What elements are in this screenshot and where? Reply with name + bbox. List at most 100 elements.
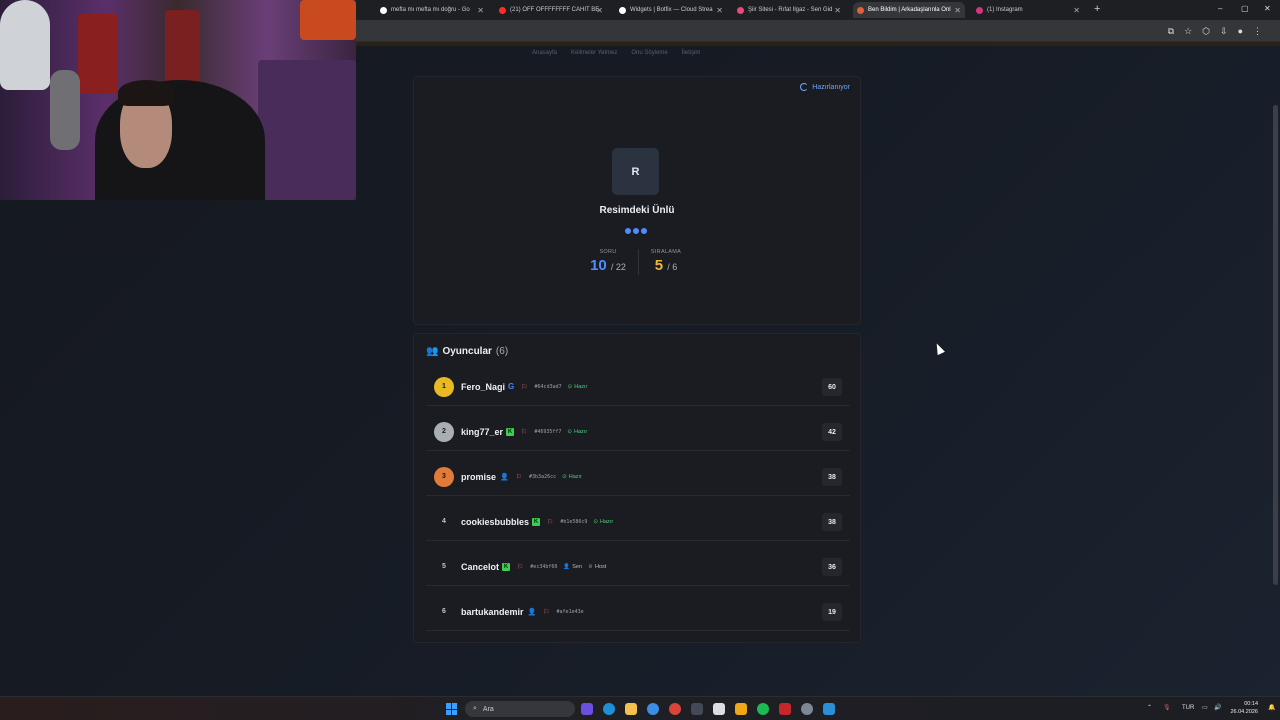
player-score: 38 [822, 468, 842, 486]
taskbar-app-files-icon[interactable] [735, 703, 747, 715]
kick-player-icon[interactable]: ⚐ [517, 563, 523, 571]
player-name: promise [461, 471, 497, 482]
taskbar-app-obs-icon[interactable] [691, 703, 703, 715]
extensions-icon[interactable]: ⬡ [1202, 26, 1210, 37]
player-id: #3b3a26cc [529, 473, 557, 480]
tray-network-icon[interactable]: ▭ [1202, 704, 1208, 711]
notifications-icon[interactable]: 🔔 [1268, 704, 1275, 711]
taskbar-search-label: Ara [482, 705, 494, 713]
player-row: 4 cookiesbubbles K ⚐ #b1e586c9 ⊙ Hazır 38 [426, 503, 850, 541]
site-nav-link[interactable]: İletişim [682, 50, 701, 56]
taskbar-app-opera-icon[interactable] [669, 703, 681, 715]
players-header: 👥 Oyuncular (6) [426, 346, 508, 357]
taskbar-search[interactable]: ⌕ Ara [465, 701, 575, 717]
browser-tab[interactable]: Widgets | Botfix — Cloud Strea ✕ [615, 2, 727, 18]
player-name: Cancelot [461, 561, 500, 572]
player-id: #b1e586c9 [560, 518, 588, 525]
player-id: #afe1e43e [556, 608, 584, 615]
kick-player-icon[interactable]: ⚐ [521, 383, 527, 391]
tray-mic-icon[interactable]: 🎙 [1163, 704, 1171, 711]
tab-favicon-icon [380, 6, 387, 14]
taskbar-app-spotify-icon[interactable] [757, 703, 769, 715]
tray-language[interactable]: TUR [1182, 705, 1194, 711]
cast-icon[interactable]: ⧉ [1168, 26, 1174, 37]
player-rank: 2 [434, 421, 454, 442]
taskbar-app-chrome-icon[interactable] [647, 703, 659, 715]
player-rank: 3 [434, 466, 454, 487]
player-name: cookiesbubbles [461, 516, 530, 527]
player-score: 36 [822, 558, 842, 576]
taskbar-app-explorer-icon[interactable] [625, 703, 637, 715]
player-row: 1 Fero_Nagi G ⚐ #64cd3ad7 ⊙ Hazır 60 [426, 368, 850, 406]
site-nav-link[interactable]: Kelimeler Yetmez [571, 50, 617, 56]
question-stat-value: 10 / 22 [590, 257, 626, 274]
player-id: #46935ff7 [534, 428, 562, 435]
minimize-button[interactable]: – [1218, 4, 1222, 13]
player-score: 42 [822, 423, 842, 441]
tab-favicon-icon [737, 6, 744, 14]
user-icon: 👤 [563, 563, 571, 570]
players-card: 👥 Oyuncular (6) 1 Fero_Nagi G ⚐ #64cd3ad7 ⊙ Ha… [413, 333, 861, 643]
tray-volume-icon[interactable]: 🔊 [1214, 704, 1221, 711]
tab-title: (21) OFF OFFFFFFFF CAHIT BE [510, 7, 600, 13]
player-id: #ec34bf60 [530, 563, 558, 570]
new-tab-button[interactable]: + [1094, 3, 1100, 15]
guest-user-icon: 👤 [500, 473, 509, 481]
loading-spinner-icon [800, 83, 809, 91]
tab-close-icon[interactable]: ✕ [477, 6, 484, 15]
mouse-cursor-icon [933, 341, 945, 356]
game-mode-title: Resimdeki Ünlü [599, 205, 675, 216]
tab-favicon-icon [976, 6, 983, 14]
tab-title: Şiir Sitesi - Rıfat Ilgaz - Sen Gid [748, 7, 833, 13]
player-tag: ⊙ Hazır [567, 428, 588, 435]
game-card: Hazırlanıyor R Resimdeki Ünlü SORU 10 / … [413, 76, 861, 325]
users-icon: 👥 [426, 346, 439, 357]
browser-tab[interactable]: (1) Instagram ✕ [972, 2, 1084, 18]
player-tag: ⊙ Hazır [567, 383, 588, 390]
taskbar-app-telegram-icon[interactable] [823, 703, 835, 715]
menu-icon[interactable]: ⋮ [1253, 26, 1262, 37]
google-auth-icon: G [508, 382, 515, 391]
taskbar-clock[interactable]: 00:14 26.04.2026 [1230, 700, 1258, 716]
profile-icon[interactable]: ● [1238, 26, 1243, 37]
page-scrollbar[interactable] [1273, 105, 1278, 585]
game-status: Hazırlanıyor [800, 83, 850, 91]
clock-time: 00:14 [1244, 701, 1258, 707]
tray-chevron-icon[interactable]: ⌃ [1147, 704, 1152, 711]
kick-player-icon[interactable]: ⚐ [521, 428, 527, 436]
maximize-button[interactable]: ▢ [1241, 4, 1249, 13]
taskbar-app-discord-icon[interactable] [581, 703, 593, 715]
tab-close-icon[interactable]: ✕ [1073, 6, 1080, 15]
player-row: 5 Cancelot K ⚐ #ec34bf60 👤 Sen ♕ Host 36 [426, 548, 850, 586]
tab-close-icon[interactable]: ✕ [954, 6, 961, 15]
browser-tab[interactable]: mefta mı mefta mı doğru - Go ✕ [376, 2, 488, 18]
browser-tab[interactable]: Ben Bildim | Arkadaşlarınla Onl ✕ [853, 2, 965, 18]
kick-player-icon[interactable]: ⚐ [516, 473, 522, 481]
tab-close-icon[interactable]: ✕ [834, 6, 841, 15]
site-nav-link[interactable]: Anasayfa [532, 50, 557, 56]
rank-stat: SIRALAMA 5 / 6 [648, 249, 684, 274]
browser-tab[interactable]: (21) OFF OFFFFFFFF CAHIT BE ✕ [495, 2, 607, 18]
webcam-overlay [0, 0, 356, 200]
tab-close-icon[interactable]: ✕ [716, 6, 723, 15]
downloads-icon[interactable]: ⇩ [1220, 26, 1228, 37]
tab-title: Widgets | Botfix — Cloud Strea [630, 7, 713, 13]
tab-title: mefta mı mefta mı doğru - Go [391, 7, 470, 13]
bookmark-star-icon[interactable]: ☆ [1184, 26, 1192, 37]
kick-player-icon[interactable]: ⚐ [543, 608, 549, 616]
taskbar-app-notepad-icon[interactable] [713, 703, 725, 715]
close-window-button[interactable]: ✕ [1264, 4, 1271, 13]
taskbar-app-edge-icon[interactable] [603, 703, 615, 715]
guest-user-icon: 👤 [527, 608, 537, 616]
taskbar-app-media-icon[interactable] [779, 703, 791, 715]
tab-favicon-icon [619, 6, 626, 14]
kick-player-icon[interactable]: ⚐ [547, 518, 553, 526]
browser-tab[interactable]: Şiir Sitesi - Rıfat Ilgaz - Sen Gid ✕ [733, 2, 845, 18]
player-rank: 6 [442, 608, 446, 615]
site-nav-link[interactable]: Onu Söyleme [631, 50, 667, 56]
tab-favicon-icon [499, 6, 506, 14]
start-button[interactable] [446, 703, 458, 715]
tab-close-icon[interactable]: ✕ [596, 6, 603, 15]
player-row: 2 king77_er K ⚐ #46935ff7 ⊙ Hazır 42 [426, 413, 850, 451]
taskbar-app-settings-icon[interactable] [801, 703, 813, 715]
